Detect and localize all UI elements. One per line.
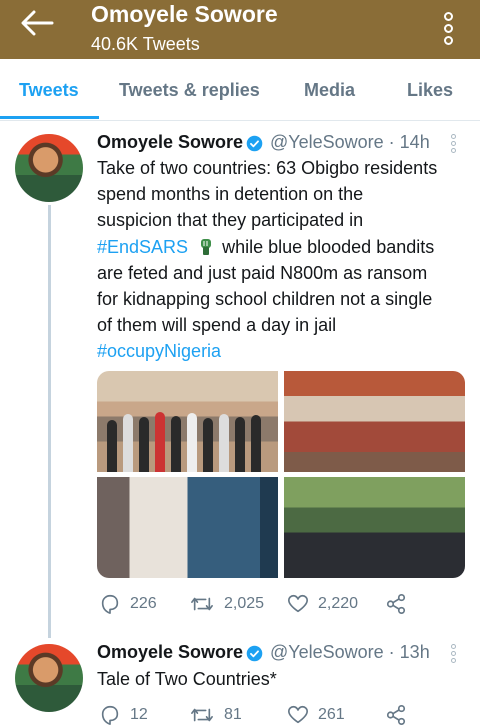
- tweet-menu-icon[interactable]: [451, 644, 459, 663]
- tweet-handle-time: @YeleSowore · 13h: [270, 642, 430, 662]
- profile-tabs: Tweets Tweets & replies Media Likes: [0, 59, 480, 121]
- like-count: 2,220: [318, 595, 359, 612]
- reply-count: 226: [130, 595, 157, 612]
- like-button[interactable]: 261: [287, 704, 345, 726]
- retweet-count: 81: [224, 706, 242, 723]
- media-photo-armed-group[interactable]: [284, 477, 465, 578]
- like-button[interactable]: 2,220: [287, 593, 358, 615]
- thread-connector: [48, 205, 51, 638]
- profile-name-title: Omoyele Sowore: [91, 1, 278, 27]
- tweet-actions: 12 81 261: [97, 704, 467, 728]
- tweet-actions: 226 2,025 2,220: [97, 593, 467, 617]
- heart-icon: [288, 594, 308, 613]
- media-photo-suspects-lineup[interactable]: [97, 371, 278, 472]
- retweet-icon: [191, 597, 213, 611]
- media-photo-meeting-room[interactable]: [284, 371, 465, 472]
- verified-badge-icon: [246, 135, 263, 152]
- tweet-media-grid: [97, 371, 465, 578]
- share-icon: [386, 594, 406, 614]
- avatar[interactable]: [15, 134, 83, 202]
- reply-icon: [101, 594, 119, 614]
- tweet-count: 40.6K Tweets: [91, 34, 200, 54]
- avatar[interactable]: [15, 644, 83, 712]
- endsars-fist-emoji-icon: [201, 238, 212, 255]
- tweet-text: Take of two countries: 63 Obigbo residen…: [97, 155, 472, 365]
- reply-icon: [101, 705, 119, 725]
- heart-icon: [288, 705, 308, 724]
- retweet-count: 2,025: [224, 595, 265, 612]
- tab-media[interactable]: Media: [304, 80, 355, 101]
- share-button[interactable]: [385, 593, 416, 615]
- back-arrow-icon[interactable]: [20, 10, 54, 36]
- tweet-author-name[interactable]: Omoyele Sowore: [97, 642, 243, 663]
- retweet-button[interactable]: 2,025: [189, 593, 264, 615]
- tweet-text: Tale of Two Countries*: [97, 669, 277, 689]
- profile-header: Omoyele Sowore 40.6K Tweets: [0, 0, 480, 59]
- reply-count: 12: [130, 706, 148, 723]
- retweet-button[interactable]: 81: [189, 704, 242, 726]
- verified-badge-icon: [246, 645, 263, 662]
- tab-tweets[interactable]: Tweets: [19, 80, 79, 101]
- tweet-menu-icon[interactable]: [451, 134, 459, 153]
- more-options-icon[interactable]: [444, 12, 454, 45]
- hashtag-endsars[interactable]: #EndSARS: [97, 237, 188, 257]
- reply-button[interactable]: 226: [99, 593, 157, 615]
- tab-likes[interactable]: Likes: [407, 80, 453, 101]
- active-tab-indicator: [0, 116, 99, 119]
- tab-tweets-and-replies[interactable]: Tweets & replies: [119, 80, 260, 101]
- media-photo-masked-man[interactable]: [97, 477, 278, 578]
- share-icon: [386, 705, 406, 725]
- like-count: 261: [318, 706, 345, 723]
- tweet-handle-time: @YeleSowore · 14h: [270, 132, 430, 152]
- share-button[interactable]: [385, 704, 416, 726]
- retweet-icon: [191, 708, 213, 722]
- reply-button[interactable]: 12: [99, 704, 148, 726]
- hashtag-occupynigeria[interactable]: #occupyNigeria: [97, 338, 472, 364]
- tweet-author-name[interactable]: Omoyele Sowore: [97, 132, 243, 153]
